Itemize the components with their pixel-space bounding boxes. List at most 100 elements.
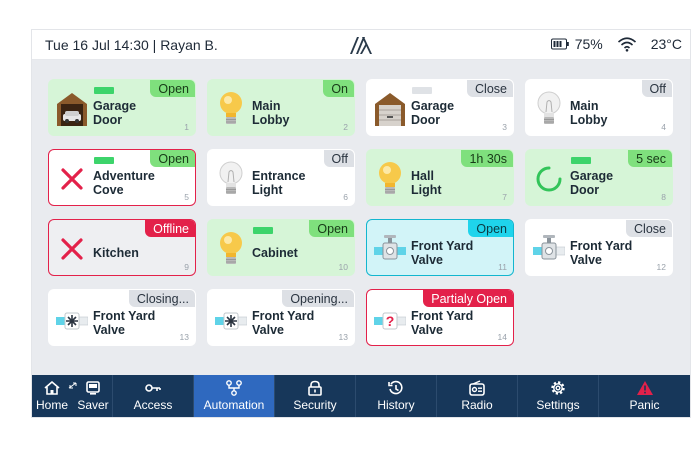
- status-badge: 5 sec: [628, 150, 672, 167]
- device-tile[interactable]: Front Yard Valve Closing... 13: [48, 289, 196, 346]
- device-name-line1: Garage: [93, 99, 137, 113]
- bulb-off-icon: [533, 90, 565, 128]
- status-badge: Off: [641, 80, 672, 97]
- device-name-line1: Front Yard: [411, 239, 474, 253]
- device-name-line1: Main: [570, 99, 599, 113]
- nav-settings[interactable]: Settings: [518, 375, 599, 417]
- device-name-line1: Front Yard: [252, 309, 315, 323]
- warning-icon: [636, 381, 653, 395]
- nav-saver[interactable]: Saver: [73, 375, 113, 417]
- gear-icon: [551, 381, 565, 395]
- history-icon: [388, 380, 403, 395]
- tile-number: 2: [343, 122, 348, 132]
- device-name: Front Yard Valve: [570, 239, 668, 267]
- device-tile[interactable]: Kitchen Offline 9: [48, 219, 196, 276]
- device-tile[interactable]: Cabinet Open 10: [207, 219, 355, 276]
- device-name-line1: Hall: [411, 169, 434, 183]
- device-name: Garage Door: [570, 169, 668, 197]
- device-name-line1: Adventure: [93, 169, 155, 183]
- valve-moving-icon: [56, 300, 89, 338]
- device-name-line1: Garage: [570, 169, 614, 183]
- tile-number: 12: [656, 262, 666, 272]
- device-name: Hall Light: [411, 169, 509, 197]
- nav-access[interactable]: Access: [113, 375, 194, 417]
- device-name-line2: Valve: [570, 253, 602, 267]
- status-badge: Open: [150, 150, 195, 167]
- tile-number: 4: [661, 122, 666, 132]
- error-x-icon: [56, 160, 88, 198]
- device-tile[interactable]: Adventure Cove Open 5: [48, 149, 196, 206]
- device-name: Adventure Cove: [93, 169, 191, 197]
- device-name-line2: Light: [411, 183, 442, 197]
- device-tile[interactable]: Garage Door Close 3: [366, 79, 514, 136]
- tile-number: 5: [184, 192, 189, 202]
- status-badge: On: [323, 80, 354, 97]
- screen: Tue 16 Jul 14:30 | Rayan B. 75% 23°C Gar…: [32, 30, 690, 417]
- valve-closed-icon: [533, 230, 566, 268]
- nav-panic[interactable]: Panic: [599, 375, 690, 417]
- device-tile[interactable]: Main Lobby Off 4: [525, 79, 673, 136]
- device-tile[interactable]: Front Yard Valve Open 11: [366, 219, 514, 276]
- status-badge: Closing...: [128, 290, 195, 307]
- bulb-on-icon: [215, 90, 247, 128]
- status-badge: 1h 30s: [461, 150, 513, 167]
- nav-security[interactable]: Security: [275, 375, 356, 417]
- device-tile[interactable]: Hall Light 1h 30s 7: [366, 149, 514, 206]
- svg-text:?: ?: [386, 313, 395, 329]
- device-name-line2: Door: [411, 113, 441, 127]
- radio-icon: [469, 380, 485, 396]
- home-icon: [44, 380, 60, 395]
- device-tile[interactable]: Front Yard Valve Close 12: [525, 219, 673, 276]
- device-name-line1: Entrance: [252, 169, 306, 183]
- nav-radio[interactable]: Radio: [437, 375, 518, 417]
- device-name-line2: Door: [93, 113, 123, 127]
- device-tile[interactable]: ? Front Yard Valve Partialy Open 14: [366, 289, 514, 346]
- status-badge: Off: [323, 150, 354, 167]
- device-name: Garage Door: [93, 99, 191, 127]
- tile-number: 11: [498, 262, 507, 272]
- device-name-line1: Front Yard: [411, 309, 474, 323]
- status-badge: Offline: [145, 220, 195, 237]
- device-name-line2: Lobby: [570, 113, 608, 127]
- device-name-line2: Lobby: [252, 113, 290, 127]
- status-badge: Open: [468, 220, 513, 237]
- state-indicator: [571, 157, 591, 164]
- device-tile[interactable]: Entrance Light Off 6: [207, 149, 355, 206]
- device-tile[interactable]: Garage Door 5 sec 8: [525, 149, 673, 206]
- valve-open-icon: [374, 230, 406, 268]
- status-badge: Partialy Open: [423, 290, 513, 307]
- device-name-line1: Front Yard: [570, 239, 633, 253]
- device-tile[interactable]: Main Lobby On 2: [207, 79, 355, 136]
- status-badge: Opening...: [282, 290, 354, 307]
- device-name: Garage Door: [411, 99, 509, 127]
- nav-home[interactable]: Home: [32, 375, 72, 417]
- device-name-line2: Valve: [93, 323, 125, 337]
- device-name-line2: Valve: [252, 323, 284, 337]
- device-name: Front Yard Valve: [411, 309, 509, 337]
- nav-automation[interactable]: Automation: [194, 375, 275, 417]
- device-name-line1: Cabinet: [252, 246, 298, 260]
- tile-number: 9: [184, 262, 189, 272]
- device-name: Entrance Light: [252, 169, 350, 197]
- device-name: Front Yard Valve: [93, 309, 191, 337]
- device-name-line2: Door: [570, 183, 600, 197]
- tile-number: 7: [502, 192, 507, 202]
- tile-number: 3: [502, 122, 507, 132]
- spinner-icon: [533, 160, 565, 198]
- device-name-line2: Valve: [411, 253, 443, 267]
- nav-home-saver: Home Saver: [32, 375, 113, 417]
- tile-number: 8: [661, 192, 666, 202]
- tile-number: 6: [343, 192, 348, 202]
- valve-moving-icon: [215, 300, 248, 338]
- device-name-line2: Cove: [93, 183, 124, 197]
- device-name-line1: Kitchen: [93, 246, 139, 260]
- nav-history[interactable]: History: [356, 375, 437, 417]
- valve-unknown-icon: ?: [374, 300, 407, 338]
- device-tile[interactable]: Front Yard Valve Opening... 13: [207, 289, 355, 346]
- garage-closed-icon: [374, 90, 406, 128]
- screen-saver-icon: [86, 381, 100, 395]
- bulb-off-icon: [215, 160, 247, 198]
- tile-number: 13: [179, 332, 189, 342]
- device-tile[interactable]: Garage Door Open 1: [48, 79, 196, 136]
- device-name: Cabinet: [252, 246, 350, 260]
